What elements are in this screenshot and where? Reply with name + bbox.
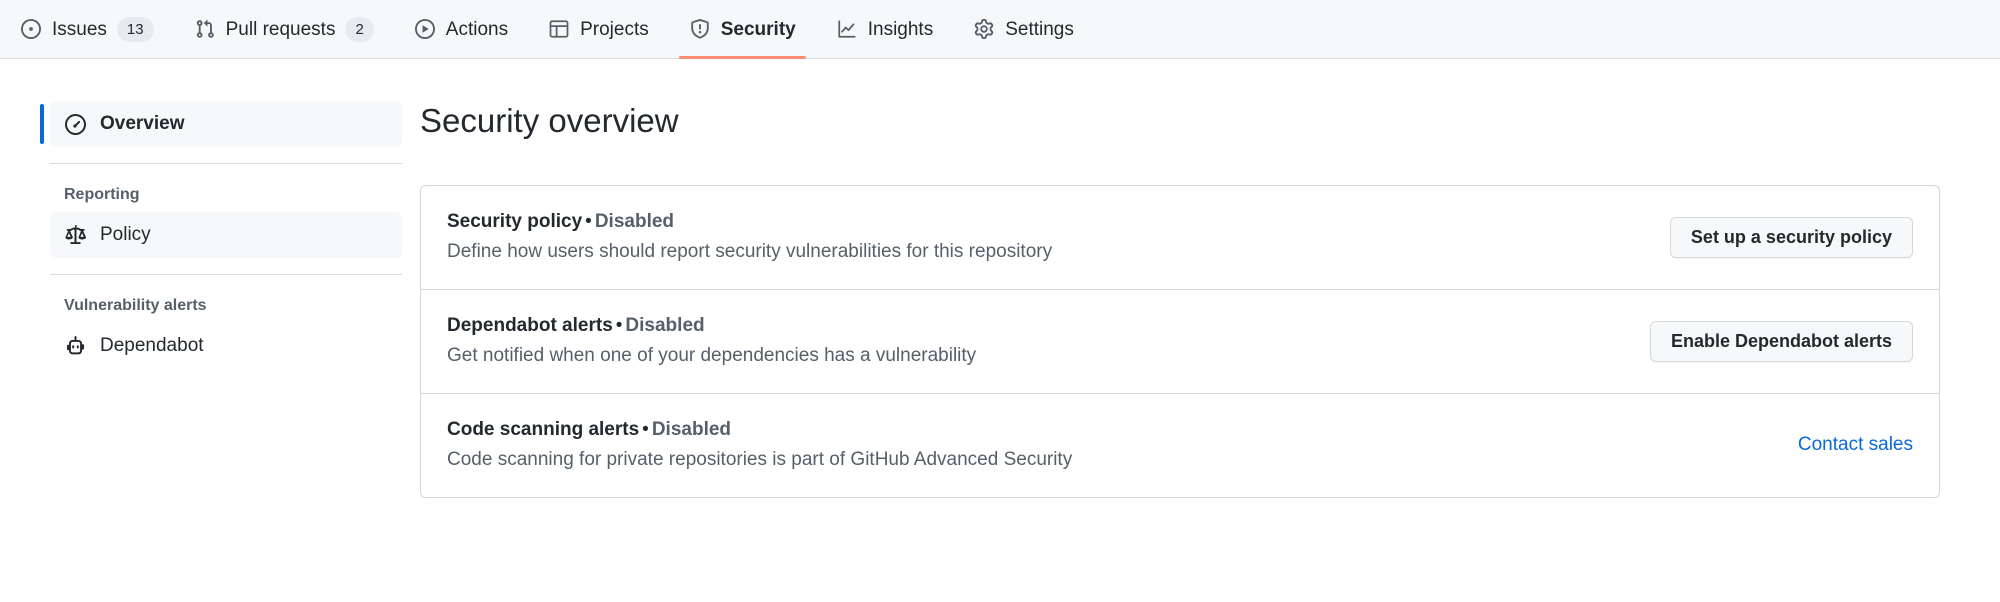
security-features-card: Security policy • Disabled Define how user… [420, 184, 1940, 498]
row-title: Code scanning alerts • Disabled [447, 416, 1072, 445]
contact-sales-link[interactable]: Contact sales [1798, 434, 1913, 456]
sidebar-item-label: Dependabot [100, 335, 204, 356]
main-content: Security overview Security policy • Disabl… [420, 101, 2000, 498]
table-icon [548, 18, 570, 40]
feature-name: Security policy [447, 210, 583, 232]
nav-item-pull-requests[interactable]: Pull requests 2 [174, 0, 394, 58]
graph-icon [836, 18, 858, 40]
nav-item-issues[interactable]: Issues 13 [0, 0, 174, 58]
feature-description: Define how users should report security … [447, 241, 1053, 263]
sidebar-item-overview[interactable]: Overview [40, 101, 402, 147]
issue-opened-icon [20, 18, 42, 40]
title-separator: • [642, 418, 649, 440]
sidebar-item-label: Overview [100, 113, 185, 134]
title-separator: • [615, 314, 623, 336]
security-feature-row-code-scanning-alerts: Code scanning alerts • Disabled Code scann… [421, 392, 1939, 497]
sidebar-item-label: Policy [100, 224, 151, 245]
sidebar-item-dependabot[interactable]: Dependabot [50, 323, 402, 369]
nav-item-label: Pull requests [225, 18, 336, 40]
row-text: Dependabot alerts • Disabled Get notified … [447, 312, 976, 371]
play-icon [414, 18, 436, 40]
nav-item-actions[interactable]: Actions [394, 0, 528, 58]
nav-item-security[interactable]: Security [669, 0, 816, 59]
security-feature-row-security-policy: Security policy • Disabled Define how user… [421, 186, 1939, 289]
repo-navigation: Issues 13 Pull requests 2 Actions Projec… [0, 0, 2000, 59]
sidebar-divider-1 [50, 163, 402, 164]
meter-icon [64, 113, 86, 135]
sidebar-heading-reporting: Reporting [64, 186, 140, 203]
row-title: Dependabot alerts • Disabled [447, 312, 976, 341]
page-title: Security overview [420, 102, 679, 139]
nav-item-label: Projects [580, 18, 649, 40]
page-body: Overview Reporting Policy Vulnerability … [0, 59, 2000, 498]
dependabot-icon [64, 335, 86, 357]
security-sidebar: Overview Reporting Policy Vulnerability … [0, 101, 420, 498]
sidebar-item-policy[interactable]: Policy [50, 212, 402, 258]
feature-state: Disabled [625, 314, 705, 336]
nav-item-label: Insights [867, 18, 934, 40]
feature-state: Disabled [651, 418, 732, 440]
issues-counter: 13 [116, 16, 154, 42]
enable-dependabot-alerts-button[interactable]: Enable Dependabot alerts [1649, 320, 1913, 362]
nav-item-label: Actions [445, 18, 509, 40]
feature-state: Disabled [594, 210, 675, 232]
nav-item-settings[interactable]: Settings [953, 0, 1094, 58]
sidebar-divider-2 [50, 274, 402, 275]
feature-name: Code scanning alerts [447, 418, 640, 440]
law-icon [64, 224, 86, 246]
sidebar-heading-vulnerability-alerts: Vulnerability alerts [64, 297, 207, 314]
git-pull-request-icon [194, 18, 216, 40]
nav-item-projects[interactable]: Projects [528, 0, 669, 58]
nav-item-insights[interactable]: Insights [816, 0, 953, 58]
nav-item-label: Security [720, 18, 796, 40]
feature-name: Dependabot alerts [447, 314, 613, 336]
set-up-a-security-policy-button[interactable]: Set up a security policy [1669, 216, 1913, 258]
row-text: Code scanning alerts • Disabled Code scann… [447, 416, 1072, 475]
pull-requests-counter: 2 [345, 16, 374, 42]
nav-item-label: Settings [1005, 18, 1074, 40]
row-text: Security policy • Disabled Define how user… [447, 208, 1052, 267]
feature-description: Code scanning for private repositories i… [447, 449, 1073, 471]
title-separator: • [585, 210, 592, 232]
gear-icon [973, 18, 995, 40]
shield-icon [689, 18, 711, 40]
row-title: Security policy • Disabled [447, 208, 1052, 237]
nav-item-label: Issues [52, 18, 107, 40]
security-feature-row-dependabot-alerts: Dependabot alerts • Disabled Get notified … [421, 288, 1939, 393]
feature-description: Get notified when one of your dependenci… [447, 345, 977, 367]
